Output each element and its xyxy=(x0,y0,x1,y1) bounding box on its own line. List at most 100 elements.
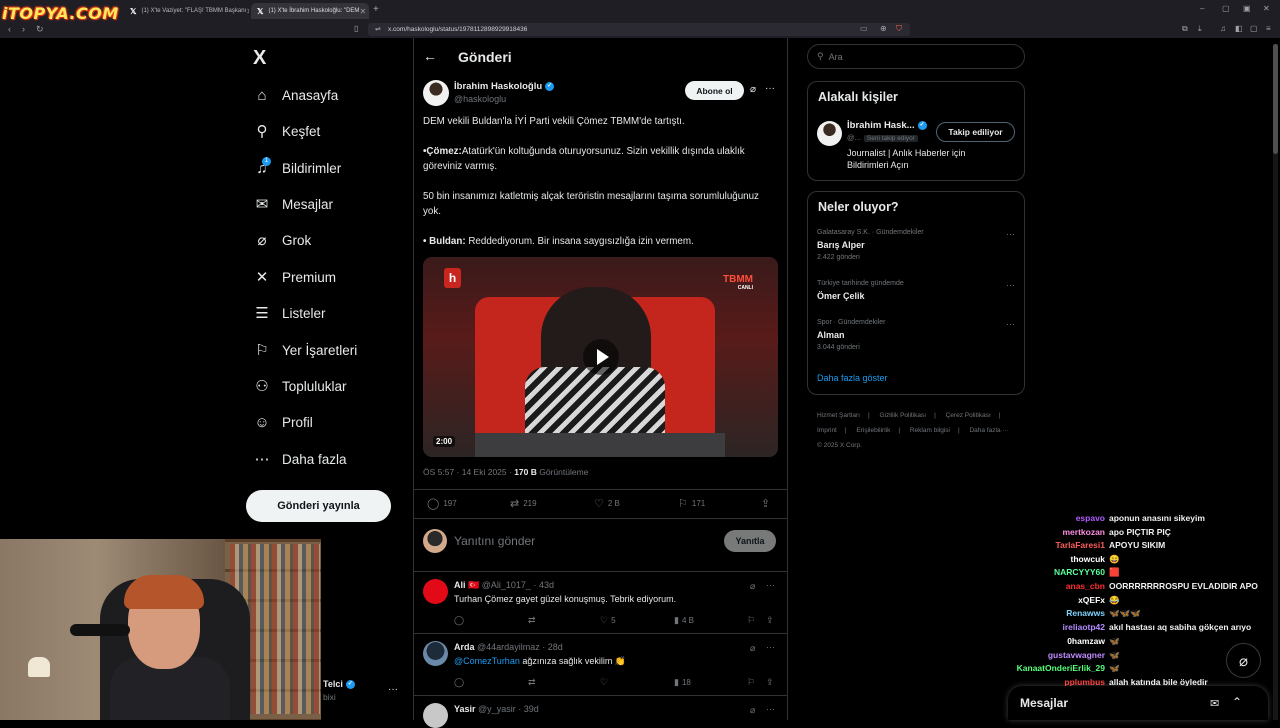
address-bar[interactable]: ⇌ x.com/haskologlu/status/19781128989299… xyxy=(368,23,910,36)
sidebar-icon[interactable]: ◧ xyxy=(1235,24,1243,33)
more-icon[interactable]: ··· xyxy=(765,83,775,94)
play-button[interactable] xyxy=(583,339,619,375)
more-icon[interactable]: ··· xyxy=(388,684,398,695)
chat-username[interactable]: espavo xyxy=(1010,513,1105,523)
grok-icon[interactable]: ⌀ xyxy=(750,84,756,95)
messages-drawer-title[interactable]: Mesajlar xyxy=(1020,696,1068,710)
footer-link[interactable]: Gizlilik Politikası xyxy=(880,412,927,419)
close-window-icon[interactable]: ✕ xyxy=(1263,4,1270,13)
show-more-link[interactable]: Daha fazla göster xyxy=(817,373,888,383)
footer-link[interactable]: Reklam bilgisi xyxy=(910,427,950,434)
close-icon[interactable]: ✕ xyxy=(359,7,366,16)
footer-link[interactable]: Imprint xyxy=(817,427,837,434)
subscribe-button[interactable]: Abone ol xyxy=(685,81,744,100)
repost-action[interactable]: ⇄ xyxy=(528,615,539,626)
related-user-name[interactable]: İbrahim Hask... ✓ xyxy=(847,120,927,131)
author-avatar[interactable] xyxy=(423,80,449,106)
views-action[interactable]: ▮ 4 B xyxy=(674,615,694,626)
grok-icon[interactable]: ⌀ xyxy=(750,581,755,592)
trend-item[interactable]: Türkiye tarihinde gündemde Ömer Çelik ··… xyxy=(817,280,1017,301)
author-name[interactable]: İbrahim Haskoloğlu ✓ xyxy=(454,81,555,92)
back-arrow-icon[interactable]: ← xyxy=(423,48,437,64)
nav-profile[interactable]: ☺ Profil xyxy=(252,408,312,436)
bookmark-action[interactable]: ⚐ xyxy=(747,677,758,688)
bookmark-action[interactable]: ⚐ 171 xyxy=(678,497,705,510)
more-icon[interactable]: ··· xyxy=(1006,319,1015,329)
nav-explore[interactable]: ⚲ Keşfet xyxy=(252,117,321,145)
reply-action[interactable]: ◯ 197 xyxy=(427,497,457,510)
share-action[interactable]: ⇪ xyxy=(766,615,777,626)
site-info-icon[interactable]: ⇌ xyxy=(375,25,381,33)
nav-lists[interactable]: ☰ Listeler xyxy=(252,299,325,327)
restore-icon[interactable]: ▢ xyxy=(1222,4,1230,13)
browser-tab-2[interactable]: 𝕏 (1) X'te İbrahim Haskoloğlu: "DEM ✕ xyxy=(251,3,369,19)
reply-action[interactable]: ◯ xyxy=(454,615,467,626)
nav-grok[interactable]: ⌀ Grok xyxy=(252,226,311,254)
nav-home[interactable]: ⌂ Anasayfa xyxy=(252,81,338,109)
more-icon[interactable]: ··· xyxy=(766,642,775,652)
reply-action[interactable]: ◯ xyxy=(454,677,467,688)
share-action[interactable]: ⇪ xyxy=(761,497,774,510)
following-button[interactable]: Takip ediliyor xyxy=(936,122,1015,142)
post-button[interactable]: Gönderi yayınla xyxy=(246,490,391,522)
more-icon[interactable]: ··· xyxy=(1006,280,1015,290)
like-action[interactable]: ♡ 2 B xyxy=(594,497,620,510)
mention-link[interactable]: @ComezTurhan xyxy=(454,656,520,666)
grok-icon[interactable]: ⌀ xyxy=(750,705,755,716)
reply-button[interactable]: Yanıtla xyxy=(724,530,776,552)
chat-username[interactable]: gustavwagner xyxy=(1010,650,1105,660)
scrollbar-thumb[interactable] xyxy=(1273,44,1278,154)
account-name[interactable]: Telci ✓ xyxy=(323,679,355,690)
reply-item[interactable]: Ali 🇹🇷 @Ali_1017_ · 43d Turhan Çömez gay… xyxy=(414,572,787,634)
reload-icon[interactable]: ↻ xyxy=(36,24,44,35)
chat-username[interactable]: anas_cbn xyxy=(1010,581,1105,591)
chat-username[interactable]: TarlaFaresi1 xyxy=(1010,540,1105,550)
chat-username[interactable]: Renawws xyxy=(1010,608,1105,618)
repost-action[interactable]: ⇄ 219 xyxy=(510,497,537,510)
bookmark-action[interactable]: ⚐ xyxy=(747,615,758,626)
grok-icon[interactable]: ⌀ xyxy=(750,643,755,654)
search-input[interactable]: ⚲ Ara xyxy=(807,44,1025,69)
footer-link[interactable]: Çerez Politikası xyxy=(946,412,991,419)
nav-messages[interactable]: ✉ Mesajlar xyxy=(252,190,333,218)
new-tab-button[interactable]: + xyxy=(373,4,379,15)
more-icon[interactable]: ··· xyxy=(766,704,775,714)
brave-shield-icon[interactable]: ⛉ xyxy=(896,24,902,34)
chat-username[interactable]: 0hamzaw xyxy=(1010,636,1105,646)
zoom-icon[interactable]: ⊕ xyxy=(880,24,887,33)
chevron-up-icon[interactable]: ⌃ xyxy=(1232,695,1242,709)
footer-link[interactable]: Daha fazla ··· xyxy=(969,427,1008,434)
repost-action[interactable]: ⇄ xyxy=(528,677,539,688)
nav-premium[interactable]: ✕ Premium xyxy=(252,263,336,291)
author-handle[interactable]: @haskologlu xyxy=(454,94,506,104)
trend-item[interactable]: Galatasaray S.K. · Gündemdekiler Barış A… xyxy=(817,229,1017,261)
window-list-icon[interactable]: ▣ xyxy=(1243,4,1251,13)
reply-item[interactable]: Arda @44ardayilmaz · 28d @ComezTurhan ağ… xyxy=(414,634,787,696)
wallet-icon[interactable]: ▢ xyxy=(1250,24,1258,33)
media-icon[interactable]: ♫ xyxy=(1220,24,1226,33)
nav-communities[interactable]: ⚇ Topluluklar xyxy=(252,372,346,400)
like-action[interactable]: ♡ xyxy=(600,677,611,688)
download-icon[interactable]: ⤓ xyxy=(1198,24,1202,34)
chat-username[interactable]: ireliaotp42 xyxy=(1010,622,1105,632)
views-action[interactable]: ▮ 18 xyxy=(674,677,691,688)
trend-item[interactable]: Spor · Gündemdekiler Alman 3.044 gönderi… xyxy=(817,319,1017,351)
chat-username[interactable]: KanaatOnderiErlik_29 xyxy=(1010,663,1105,673)
extensions-icon[interactable]: ⧉ xyxy=(1182,24,1188,34)
more-icon[interactable]: ··· xyxy=(1006,229,1015,239)
nav-bookmarks[interactable]: ⚐ Yer İşaretleri xyxy=(252,336,357,364)
nav-more[interactable]: ⋯ Daha fazla xyxy=(252,445,347,473)
browser-tab-1[interactable]: 𝕏 (1) X'te Vaziyet: "FLAŞ! TBMM Başkanı … xyxy=(124,3,249,19)
chat-username[interactable]: NARCYYY60 xyxy=(1010,567,1105,577)
bookmark-icon[interactable]: ▯ xyxy=(354,24,358,33)
chat-username[interactable]: thowcuk xyxy=(1010,554,1105,564)
avatar[interactable] xyxy=(817,121,842,146)
footer-link[interactable]: Hizmet Şartları xyxy=(817,412,860,419)
reply-input[interactable]: Yanıtını gönder xyxy=(454,534,535,548)
footer-link[interactable]: Erişilebilirlik xyxy=(856,427,890,434)
menu-icon[interactable]: ≡ xyxy=(1266,24,1271,33)
like-action[interactable]: ♡ 5 xyxy=(600,615,616,626)
reply-item[interactable]: Yasir @y_yasir · 39d ⌀ ··· xyxy=(414,696,787,728)
x-logo[interactable]: X xyxy=(253,47,266,70)
forward-icon[interactable]: › xyxy=(22,24,25,34)
